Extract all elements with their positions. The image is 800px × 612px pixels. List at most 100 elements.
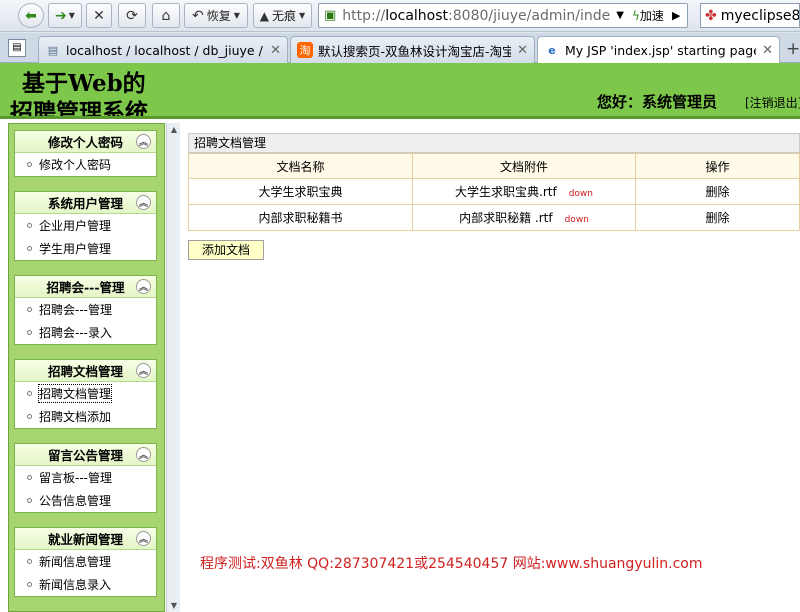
menu-item-label: 公告信息管理	[39, 494, 112, 508]
menu-item-label: 新闻信息录入	[39, 578, 112, 592]
home-icon: ⌂	[161, 7, 171, 24]
logout-link[interactable]: [注销退出]	[745, 94, 800, 111]
database-icon: ▤	[47, 43, 59, 57]
collapse-icon[interactable]: ︽	[136, 447, 151, 462]
menu-item[interactable]: 修改个人密码	[15, 153, 156, 176]
attachment-filename: 大学生求职宝典.rtf	[455, 185, 557, 199]
menu-group-password: 修改个人密码 ︽ 修改个人密码	[14, 130, 157, 177]
menu-group-title: 招聘会---管理	[46, 280, 125, 295]
site-header: 基于Web的 招聘管理系统 您好：系统管理员 [注销退出]	[0, 63, 800, 119]
scroll-down-icon[interactable]: ▼	[169, 601, 179, 610]
no-trace-button[interactable]: ▲ 无痕 ▼	[253, 3, 312, 28]
table-row: 大学生求职宝典 大学生求职宝典.rtf down 删除	[188, 178, 800, 205]
menu-item-label: 修改个人密码	[39, 158, 112, 172]
delete-link[interactable]: 删除	[635, 204, 800, 231]
menu-group-users: 系统用户管理 ︽ 企业用户管理 学生用户管理	[14, 191, 157, 261]
delete-link[interactable]: 删除	[635, 178, 800, 205]
menu-item[interactable]: 招聘文档添加	[15, 405, 156, 428]
menu-item-label: 招聘文档管理	[37, 384, 113, 403]
menu-item[interactable]: 招聘文档管理	[15, 382, 156, 405]
document-attachment: 内部求职秘籍 .rtf down	[412, 204, 636, 231]
menu-item[interactable]: 新闻信息录入	[15, 573, 156, 596]
forward-arrow-icon: ➔	[55, 7, 67, 24]
close-tab-icon[interactable]: ✕	[762, 43, 773, 58]
collapse-icon[interactable]: ︽	[136, 279, 151, 294]
bullet-icon	[27, 391, 32, 396]
document-name: 内部求职秘籍书	[188, 204, 413, 231]
menu-group-header[interactable]: 招聘文档管理 ︽	[15, 360, 156, 382]
attachment-filename: 内部求职秘籍 .rtf	[459, 211, 553, 225]
column-header: 文档附件	[412, 153, 636, 179]
sidebar-scrollbar[interactable]: ▲ ▼	[166, 123, 180, 612]
menu-item[interactable]: 学生用户管理	[15, 237, 156, 260]
address-input[interactable]: http://localhost:8080/jiuye/admin/inde	[342, 8, 612, 24]
bullet-icon	[27, 475, 32, 480]
site-title-line1: 基于Web的	[22, 70, 146, 97]
close-icon: ✕	[93, 7, 105, 24]
url-dropdown-icon[interactable]: ▼	[616, 10, 624, 21]
refresh-button[interactable]: ⟳	[118, 3, 146, 28]
download-link[interactable]: down	[569, 189, 593, 199]
new-tab-button[interactable]: +	[786, 39, 800, 59]
forward-button[interactable]: ➔ ▼	[48, 3, 82, 28]
site-title: 基于Web的 招聘管理系统	[10, 69, 192, 116]
add-document-button[interactable]: 添加文档	[188, 240, 264, 260]
menu-group-header[interactable]: 就业新闻管理 ︽	[15, 528, 156, 550]
tab-title: 默认搜索页-双鱼林设计淘宝店-淘宝网	[318, 43, 512, 59]
page-viewport: 基于Web的 招聘管理系统 您好：系统管理员 [注销退出] 修改个人密码 ︽ 修改…	[0, 63, 800, 612]
search-box[interactable]: ✤ myeclipse8	[700, 3, 800, 28]
lightning-icon: ϟ	[632, 9, 640, 23]
collapse-icon[interactable]: ︽	[136, 363, 151, 378]
browser-page-icon: e	[548, 44, 556, 57]
table-row: 内部求职秘籍书 内部求职秘籍 .rtf down 删除	[188, 204, 800, 231]
menu-item[interactable]: 招聘会---管理	[15, 298, 156, 321]
page-icon: ▣	[324, 8, 337, 23]
tab-index-jsp[interactable]: e My JSP 'index.jsp' starting page ✕	[537, 36, 780, 64]
no-trace-label: 无痕	[272, 9, 297, 23]
table-header-row: 文档名称 文档附件 操作	[188, 153, 800, 179]
menu-group-documents: 招聘文档管理 ︽ 招聘文档管理 招聘文档添加	[14, 359, 157, 429]
menu-item[interactable]: 公告信息管理	[15, 489, 156, 512]
menu-item[interactable]: 新闻信息管理	[15, 550, 156, 573]
close-tab-icon[interactable]: ✕	[517, 43, 528, 58]
tab-phpmyadmin[interactable]: ▤ localhost / localhost / db_jiuye / t_.…	[38, 36, 288, 63]
tab-title: localhost / localhost / db_jiuye / t_...	[66, 42, 264, 58]
tab-list-button[interactable]: ▤	[8, 39, 26, 57]
address-bar[interactable]: ▣ http://localhost:8080/jiuye/admin/inde…	[318, 3, 688, 28]
menu-item-label: 招聘文档添加	[39, 410, 112, 424]
taobao-icon: 淘	[297, 42, 313, 58]
search-input[interactable]: myeclipse8	[721, 8, 799, 24]
menu-group-title: 系统用户管理	[47, 196, 123, 211]
tab-taobao[interactable]: 淘 默认搜索页-双鱼林设计淘宝店-淘宝网 ✕	[290, 36, 535, 63]
bullet-icon	[27, 559, 32, 564]
stop-button[interactable]: ✕	[86, 3, 112, 28]
menu-group-header[interactable]: 招聘会---管理 ︽	[15, 276, 156, 298]
menu-group-header[interactable]: 系统用户管理 ︽	[15, 192, 156, 214]
search-engine-icon: ✤	[705, 7, 717, 24]
accelerate-button[interactable]: ϟ加速	[632, 7, 664, 24]
download-link[interactable]: down	[565, 215, 589, 225]
menu-group-header[interactable]: 修改个人密码 ︽	[15, 131, 156, 153]
browser-toolbar: ⬅ ➔ ▼ ✕ ⟳ ⌂ ↶ 恢复 ▼ ▲ 无痕 ▼ ▣ http://localhost:…	[0, 0, 800, 32]
collapse-icon[interactable]: ︽	[136, 134, 151, 149]
menu-item-label: 学生用户管理	[39, 242, 112, 256]
column-header: 文档名称	[188, 153, 413, 179]
menu-item[interactable]: 留言板---管理	[15, 466, 156, 489]
menu-item-label: 招聘会---管理	[39, 303, 112, 317]
restore-button[interactable]: ↶ 恢复 ▼	[184, 3, 248, 28]
menu-item[interactable]: 企业用户管理	[15, 214, 156, 237]
home-button[interactable]: ⌂	[152, 3, 180, 28]
url-host: localhost	[385, 7, 449, 24]
menu-group-title: 修改个人密码	[47, 135, 123, 150]
collapse-icon[interactable]: ︽	[136, 195, 151, 210]
dropdown-arrow-icon: ▼	[299, 11, 306, 20]
collapse-icon[interactable]: ︽	[136, 531, 151, 546]
close-tab-icon[interactable]: ✕	[270, 43, 281, 58]
menu-group-header[interactable]: 留言公告管理 ︽	[15, 444, 156, 466]
back-button[interactable]: ⬅	[18, 3, 44, 28]
menu-item[interactable]: 招聘会---录入	[15, 321, 156, 344]
go-icon[interactable]: ▶	[672, 9, 680, 22]
scroll-up-icon[interactable]: ▲	[169, 125, 179, 134]
menu-group-title: 留言公告管理	[47, 448, 123, 463]
site-title-line2: 招聘管理系统	[10, 99, 148, 119]
